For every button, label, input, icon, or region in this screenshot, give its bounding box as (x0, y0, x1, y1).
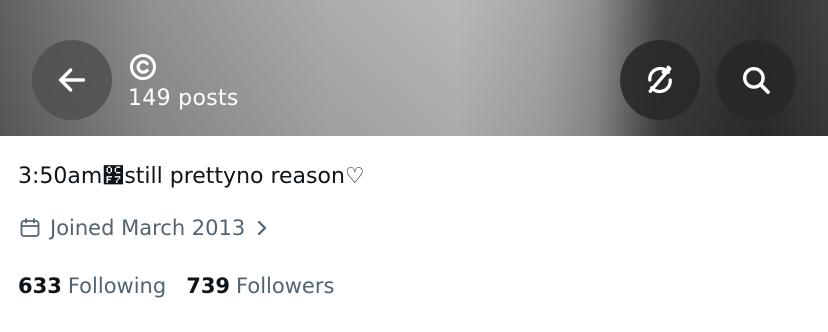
back-button[interactable] (32, 40, 112, 120)
no-sync-icon (648, 65, 672, 94)
joined-date-text: Joined March 2013 (50, 216, 246, 240)
copyright-icon (130, 54, 156, 80)
search-icon (742, 66, 770, 94)
header-banner (0, 0, 828, 136)
posts-count: 149 posts (128, 86, 239, 111)
calendar-icon (18, 216, 42, 240)
sync-off-button[interactable] (620, 40, 700, 120)
following-link[interactable]: 633 Following (18, 274, 166, 298)
follow-stats: 633 Following 739 Followers (18, 274, 334, 298)
chevron-right-icon (255, 218, 269, 238)
profile-header-screen: 149 posts 3:50am೷still prettyno reason♡ … (0, 0, 828, 332)
following-count: 633 (18, 274, 62, 298)
arrow-left-icon (58, 68, 86, 92)
following-label: Following (67, 274, 167, 298)
joined-date-row[interactable]: Joined March 2013 (18, 216, 269, 240)
followers-link[interactable]: 739 Followers (186, 274, 334, 298)
followers-label: Followers (236, 274, 335, 298)
search-button[interactable] (716, 40, 796, 120)
profile-bio: 3:50am೷still prettyno reason♡ (18, 164, 365, 189)
followers-count: 739 (186, 274, 231, 298)
